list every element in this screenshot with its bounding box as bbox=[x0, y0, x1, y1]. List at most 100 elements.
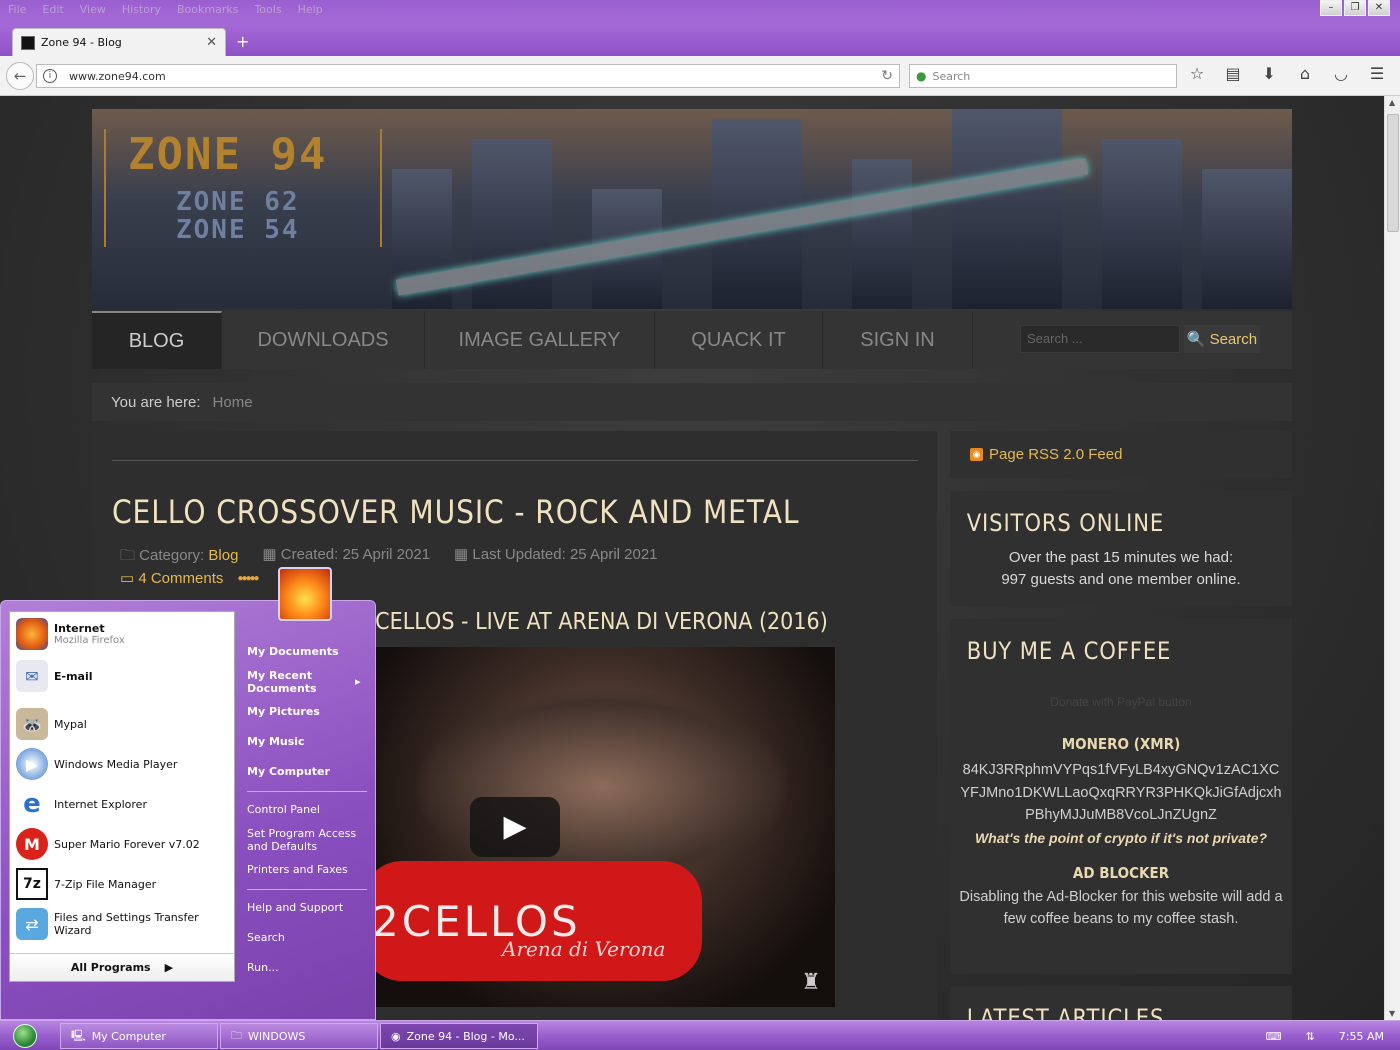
monero-address-1: 84KJ3RRphmVYPqs1fVFyLB4xyGNQv1zAC1XC bbox=[962, 762, 1280, 778]
rss-link[interactable]: Page RSS 2.0 Feed bbox=[989, 446, 1122, 463]
category-link[interactable]: Blog bbox=[208, 547, 238, 564]
download-icon[interactable]: ⬇ bbox=[1258, 64, 1280, 83]
start-my-documents[interactable]: My Documents bbox=[247, 645, 339, 658]
nav-image-gallery[interactable]: IMAGE GALLERY bbox=[425, 311, 655, 369]
start-my-music[interactable]: My Music bbox=[247, 735, 305, 748]
scroll-down-icon[interactable]: ▼ bbox=[1389, 1009, 1395, 1018]
article-updated: ▦ Last Updated: 25 April 2021 bbox=[454, 545, 657, 570]
bookmark-star-icon[interactable]: ☆ bbox=[1186, 64, 1208, 83]
task-windows-folder[interactable]: 🗀 WINDOWS bbox=[220, 1023, 378, 1049]
start-help[interactable]: Help and Support bbox=[247, 901, 343, 914]
site-search-input[interactable]: Search ... bbox=[1020, 325, 1180, 353]
nav-blog[interactable]: BLOG bbox=[92, 311, 222, 369]
building bbox=[1202, 169, 1292, 309]
restore-button[interactable]: ❐ bbox=[1344, 0, 1366, 16]
start-item-name: Super Mario Forever v7.02 bbox=[54, 837, 200, 851]
reload-icon[interactable]: ↻ bbox=[881, 68, 893, 84]
start-my-recent[interactable]: My Recent Documents bbox=[247, 669, 347, 695]
visitors-text2: 997 guests and one member online. bbox=[1001, 571, 1241, 588]
start-item-7zip[interactable]: 7z 7-Zip File Manager bbox=[16, 868, 232, 900]
start-item-media-player[interactable]: ▶ Windows Media Player bbox=[16, 748, 232, 780]
site-search-button[interactable]: 🔍 Search bbox=[1184, 325, 1260, 353]
url-bar[interactable]: i www.zone94.com ↻ bbox=[36, 64, 900, 88]
hamburger-menu-icon[interactable]: ☰ bbox=[1366, 64, 1388, 83]
user-picture-avatar[interactable] bbox=[278, 567, 332, 621]
menu-history[interactable]: History bbox=[114, 0, 169, 22]
all-programs-button[interactable]: All Programs ▶ bbox=[10, 953, 234, 981]
start-item-ie[interactable]: e Internet Explorer bbox=[16, 788, 232, 820]
start-control-panel[interactable]: Control Panel bbox=[247, 803, 320, 816]
nav-downloads[interactable]: DOWNLOADS bbox=[222, 311, 425, 369]
tab-title: Zone 94 - Blog bbox=[41, 36, 122, 49]
comment-link[interactable]: ▭ 4 Comments bbox=[120, 569, 223, 587]
menu-edit[interactable]: Edit bbox=[34, 0, 71, 22]
menu-bookmarks[interactable]: Bookmarks bbox=[169, 0, 246, 22]
browser-tab[interactable]: Zone 94 - Blog ✕ bbox=[12, 28, 226, 56]
back-button[interactable]: ← bbox=[6, 62, 34, 90]
start-my-computer[interactable]: My Computer bbox=[247, 765, 330, 778]
start-item-email[interactable]: ✉ E-mail bbox=[16, 660, 232, 692]
browser-search-box[interactable]: ● Search bbox=[909, 64, 1177, 88]
site-logo[interactable]: ZONE 94 ZONE 62 ZONE 54 bbox=[104, 129, 382, 247]
new-tab-button[interactable]: + bbox=[236, 32, 249, 51]
start-printers[interactable]: Printers and Faxes bbox=[247, 863, 348, 876]
scrollbar-thumb[interactable] bbox=[1387, 114, 1399, 232]
start-item-name: Internet bbox=[54, 622, 105, 635]
search-icon: 🔍 bbox=[1186, 331, 1206, 348]
search-engine-icon[interactable]: ● bbox=[916, 69, 926, 83]
divider bbox=[112, 460, 918, 461]
nav-quack-it[interactable]: QUACK IT bbox=[655, 311, 823, 369]
clock[interactable]: 7:55 AM bbox=[1339, 1030, 1384, 1043]
rss-icon: ◉ bbox=[970, 448, 983, 461]
start-item-transfer-wizard[interactable]: ⇄ Files and Settings Transfer Wizard bbox=[16, 908, 232, 940]
article-meta: 🗀 Category: Blog ▦ Created: 25 April 202… bbox=[120, 545, 658, 570]
start-search[interactable]: Search bbox=[247, 931, 285, 944]
page-scrollbar[interactable]: ▲ ▼ bbox=[1384, 96, 1400, 1020]
start-button[interactable] bbox=[0, 1021, 50, 1050]
article-comments[interactable]: ▭ 4 Comments ●●●●● bbox=[120, 569, 260, 587]
minimize-button[interactable]: – bbox=[1320, 0, 1342, 16]
reading-list-icon[interactable]: ▤ bbox=[1222, 64, 1244, 83]
play-icon[interactable]: ▶ bbox=[470, 797, 560, 857]
start-my-pictures[interactable]: My Pictures bbox=[247, 705, 320, 718]
ie-icon: e bbox=[23, 789, 41, 819]
start-set-program[interactable]: Set Program Access and Defaults bbox=[247, 827, 357, 853]
video-embed[interactable]: 2CELLOS Arena di Verona ▶ ♜ bbox=[372, 647, 835, 1007]
menu-file[interactable]: File bbox=[0, 0, 34, 22]
nav-sign-in[interactable]: SIGN IN bbox=[823, 311, 973, 369]
site-banner: ZONE 94 ZONE 62 ZONE 54 bbox=[92, 109, 1292, 309]
scroll-up-icon[interactable]: ▲ bbox=[1389, 98, 1395, 107]
network-icon[interactable]: ⇅ bbox=[1306, 1030, 1315, 1043]
computer-icon: 🖳 bbox=[71, 1028, 86, 1042]
browser-search-placeholder: Search bbox=[932, 69, 971, 83]
rss-feed-box[interactable]: ◉ Page RSS 2.0 Feed bbox=[950, 431, 1292, 478]
windows-orb-icon bbox=[13, 1024, 37, 1048]
coffee-title: BUY ME A COFFEE bbox=[966, 637, 1172, 665]
close-window-button[interactable]: ✕ bbox=[1368, 0, 1390, 16]
task-label: My Computer bbox=[91, 1029, 166, 1043]
menu-help[interactable]: Help bbox=[290, 0, 331, 22]
start-item-internet[interactable]: Internet Mozilla Firefox bbox=[16, 618, 232, 650]
breadcrumb-home[interactable]: Home bbox=[213, 394, 253, 411]
article-subtitle: 2CELLOS - LIVE AT ARENA DI VERONA (2016) bbox=[362, 609, 828, 635]
start-item-mypal[interactable]: 🦝 Mypal bbox=[16, 708, 232, 740]
start-run[interactable]: Run... bbox=[247, 961, 279, 974]
task-firefox[interactable]: ◉ Zone 94 - Blog - Mo... bbox=[380, 1023, 538, 1049]
system-tray: ⌨ ⇅ 7:55 AM bbox=[1250, 1021, 1400, 1050]
home-icon[interactable]: ⌂ bbox=[1294, 64, 1316, 83]
latest-title: LATEST ARTICLES bbox=[966, 1004, 1165, 1020]
keyboard-icon[interactable]: ⌨ bbox=[1266, 1030, 1282, 1043]
start-item-name: E-mail bbox=[54, 669, 93, 683]
paypal-donate-button[interactable]: Donate with PayPal button bbox=[950, 695, 1292, 709]
task-my-computer[interactable]: 🖳 My Computer bbox=[60, 1023, 218, 1049]
building bbox=[952, 109, 1062, 309]
pocket-icon[interactable]: ◡ bbox=[1330, 64, 1352, 83]
comment-icon: ▭ bbox=[120, 570, 139, 587]
menu-tools[interactable]: Tools bbox=[246, 0, 289, 22]
article-title[interactable]: CELLO CROSSOVER MUSIC - ROCK AND METAL bbox=[112, 493, 799, 531]
info-icon[interactable]: i bbox=[43, 69, 57, 83]
close-tab-icon[interactable]: ✕ bbox=[206, 35, 217, 50]
browser-navbar: ← i www.zone94.com ↻ ● Search ☆ ▤ ⬇ ⌂ ◡ … bbox=[0, 56, 1400, 96]
menu-view[interactable]: View bbox=[72, 0, 114, 22]
start-item-mario[interactable]: M Super Mario Forever v7.02 bbox=[16, 828, 232, 860]
